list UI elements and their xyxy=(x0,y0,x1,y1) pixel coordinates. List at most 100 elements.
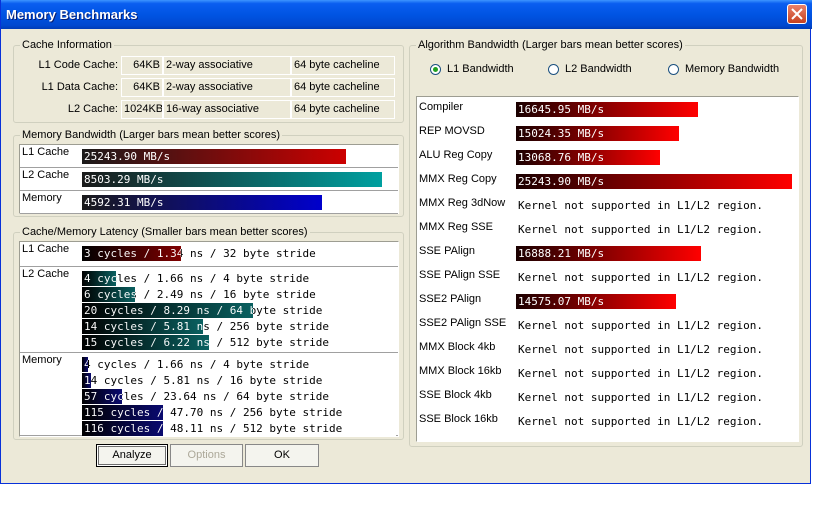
radio-button[interactable] xyxy=(430,63,441,75)
cache-row-label: L1 Code Cache: xyxy=(38,59,119,71)
latency-value: 4 cycles / 1.66 ns / 4 byte stride xyxy=(84,272,310,285)
algorithm-value: 16888.21 MB/s xyxy=(518,247,605,260)
algorithm-bandwidth-panel: Compiler 16645.95 MB/s REP MOVSD 15024.35 M… xyxy=(416,96,799,442)
latency-bar-track: 115 cycles / 47.70 ns / 256 byte stride xyxy=(82,405,396,420)
algorithm-status: Kernel not supported in L1/L2 region. xyxy=(518,319,764,332)
latency-panel: L1 Cache 3 cycles / 1.34 ns / 32 byte str… xyxy=(19,241,399,437)
algorithm-status: Kernel not supported in L1/L2 region. xyxy=(518,343,764,356)
algorithm-bar-track: 25243.90 MB/s xyxy=(516,174,794,190)
cache-assoc-cell: 2-way associative xyxy=(163,78,291,97)
radio-label: Memory Bandwidth xyxy=(685,63,780,75)
algorithm-bar-track: 16888.21 MB/s xyxy=(516,246,794,262)
latency-section-label: L2 Cache xyxy=(22,268,70,280)
radio-label: L2 Bandwidth xyxy=(565,63,632,75)
memory-bandwidth-panel: L1 Cache 25243.90 MB/s L2 Cache 8503.29 MB/… xyxy=(19,144,399,214)
latency-value: 115 cycles / 47.70 ns / 256 byte stride xyxy=(84,406,343,419)
latency-value: 15 cycles / 6.22 ns / 512 byte stride xyxy=(84,336,330,349)
algorithm-label: REP MOVSD xyxy=(419,125,485,137)
algorithm-label: MMX Block 4kb xyxy=(419,341,496,353)
algorithm-label: Compiler xyxy=(419,101,464,113)
cache-assoc-cell: 2-way associative xyxy=(163,56,291,75)
bandwidth-value: 8503.29 MB/s xyxy=(84,173,164,186)
cache-line-cell: 64 byte cacheline xyxy=(291,78,395,97)
memory-benchmarks-window: Memory Benchmarks Cache Information L1 C… xyxy=(0,0,812,484)
latency-bar-track: 4 cycles / 1.66 ns / 4 byte stride xyxy=(82,357,396,372)
algorithm-bar-track: Kernel not supported in L1/L2 region. xyxy=(516,318,794,334)
algorithm-status: Kernel not supported in L1/L2 region. xyxy=(518,271,764,284)
cache-row-label: L2 Cache: xyxy=(67,103,118,115)
algorithm-value: 14575.07 MB/s xyxy=(518,295,605,308)
bandwidth-value: 25243.90 MB/s xyxy=(84,150,171,163)
algorithm-label: MMX Block 16kb xyxy=(419,365,502,377)
algorithm-label: MMX Reg SSE xyxy=(419,221,493,233)
memory-bandwidth-row: L1 Cache 25243.90 MB/s xyxy=(20,145,398,168)
cache-info-legend: Cache Information xyxy=(20,39,114,51)
bandwidth-value: 4592.31 MB/s xyxy=(84,196,164,209)
latency-value: 4 cycles / 1.66 ns / 4 byte stride xyxy=(84,358,310,371)
latency-bar-track: 20 cycles / 8.29 ns / 64 byte stride xyxy=(82,303,396,318)
algorithm-bar-track: 14575.07 MB/s xyxy=(516,294,794,310)
algorithm-status: Kernel not supported in L1/L2 region. xyxy=(518,223,764,236)
algorithm-bar-track: Kernel not supported in L1/L2 region. xyxy=(516,342,794,358)
algorithm-label: SSE Block 16kb xyxy=(419,413,498,425)
radio-button[interactable] xyxy=(668,63,679,75)
latency-section: L1 Cache 3 cycles / 1.34 ns / 32 byte str… xyxy=(20,242,398,267)
memory-bandwidth-group: Memory Bandwidth (Larger bars mean bette… xyxy=(13,129,404,217)
algorithm-bar-track: Kernel not supported in L1/L2 region. xyxy=(516,366,794,382)
algorithm-status: Kernel not supported in L1/L2 region. xyxy=(518,391,764,404)
algorithm-label: SSE2 PAlign xyxy=(419,293,482,305)
latency-bar-track: 6 cycles / 2.49 ns / 16 byte stride xyxy=(82,287,396,302)
latency-bar-track: 3 cycles / 1.34 ns / 32 byte stride xyxy=(82,246,396,261)
algorithm-status: Kernel not supported in L1/L2 region. xyxy=(518,415,764,428)
algorithm-value: 16645.95 MB/s xyxy=(518,103,605,116)
radio-button[interactable] xyxy=(548,63,559,75)
algorithm-value: 15024.35 MB/s xyxy=(518,127,605,140)
algorithm-bandwidth-group: Algorithm Bandwidth (Larger bars mean be… xyxy=(409,39,803,447)
algorithm-label: SSE Block 4kb xyxy=(419,389,492,401)
radio-option[interactable]: Memory Bandwidth xyxy=(668,63,779,75)
title-bar[interactable]: Memory Benchmarks xyxy=(1,0,812,29)
memory-bandwidth-row: L2 Cache 8503.29 MB/s xyxy=(20,168,398,191)
latency-value: 14 cycles / 5.81 ns / 16 byte stride xyxy=(84,374,323,387)
latency-value: 6 cycles / 2.49 ns / 16 byte stride xyxy=(84,288,316,301)
algorithm-label: MMX Reg 3dNow xyxy=(419,197,506,209)
radio-label: L1 Bandwidth xyxy=(447,63,514,75)
analyze-button[interactable]: Analyze xyxy=(96,444,168,467)
latency-section-label: L1 Cache xyxy=(22,243,70,255)
algorithm-bandwidth-legend: Algorithm Bandwidth (Larger bars mean be… xyxy=(416,39,685,51)
bar-track: 4592.31 MB/s xyxy=(82,194,396,210)
algorithm-bar-track: 15024.35 MB/s xyxy=(516,126,794,142)
algorithm-label: ALU Reg Copy xyxy=(419,149,493,161)
radio-option[interactable]: L1 Bandwidth xyxy=(430,63,514,75)
options-button[interactable]: Options xyxy=(170,444,243,467)
radio-option[interactable]: L2 Bandwidth xyxy=(548,63,632,75)
algorithm-bar-track: Kernel not supported in L1/L2 region. xyxy=(516,390,794,406)
latency-section: Memory 4 cycles / 1.66 ns / 4 byte stride… xyxy=(20,353,398,436)
latency-legend: Cache/Memory Latency (Smaller bars mean … xyxy=(20,226,310,238)
ok-button[interactable]: OK xyxy=(245,444,319,467)
latency-group: Cache/Memory Latency (Smaller bars mean … xyxy=(13,226,404,440)
latency-bar-track: 14 cycles / 5.81 ns / 16 byte stride xyxy=(82,373,396,388)
memory-bandwidth-label: L2 Cache xyxy=(22,169,70,181)
latency-bar-track: 15 cycles / 6.22 ns / 512 byte stride xyxy=(82,335,396,350)
cache-size-cell: 64KB xyxy=(121,56,163,75)
latency-value: 20 cycles / 8.29 ns / 64 byte stride xyxy=(84,304,323,317)
algorithm-value: 13068.76 MB/s xyxy=(518,151,605,164)
algorithm-label: SSE PAlign xyxy=(419,245,476,257)
cache-assoc-cell: 16-way associative xyxy=(163,100,291,119)
latency-value: 57 cycles / 23.64 ns / 64 byte stride xyxy=(84,390,330,403)
close-button[interactable] xyxy=(787,4,807,24)
algorithm-status: Kernel not supported in L1/L2 region. xyxy=(518,199,764,212)
algorithm-bar-track: Kernel not supported in L1/L2 region. xyxy=(516,198,794,214)
cache-info-group: Cache Information L1 Code Cache: 64KB 2-wa… xyxy=(13,39,404,123)
latency-bar-track: 57 cycles / 23.64 ns / 64 byte stride xyxy=(82,389,396,404)
cache-line-cell: 64 byte cacheline xyxy=(291,56,395,75)
memory-bandwidth-row: Memory 4592.31 MB/s xyxy=(20,191,398,214)
latency-section-label: Memory xyxy=(22,354,62,366)
memory-bandwidth-legend: Memory Bandwidth (Larger bars mean bette… xyxy=(20,129,282,141)
close-icon xyxy=(791,8,803,20)
algorithm-bar-track: Kernel not supported in L1/L2 region. xyxy=(516,270,794,286)
algorithm-bar-track: 13068.76 MB/s xyxy=(516,150,794,166)
algorithm-value: 25243.90 MB/s xyxy=(518,175,605,188)
latency-value: 116 cycles / 48.11 ns / 512 byte stride xyxy=(84,422,343,435)
